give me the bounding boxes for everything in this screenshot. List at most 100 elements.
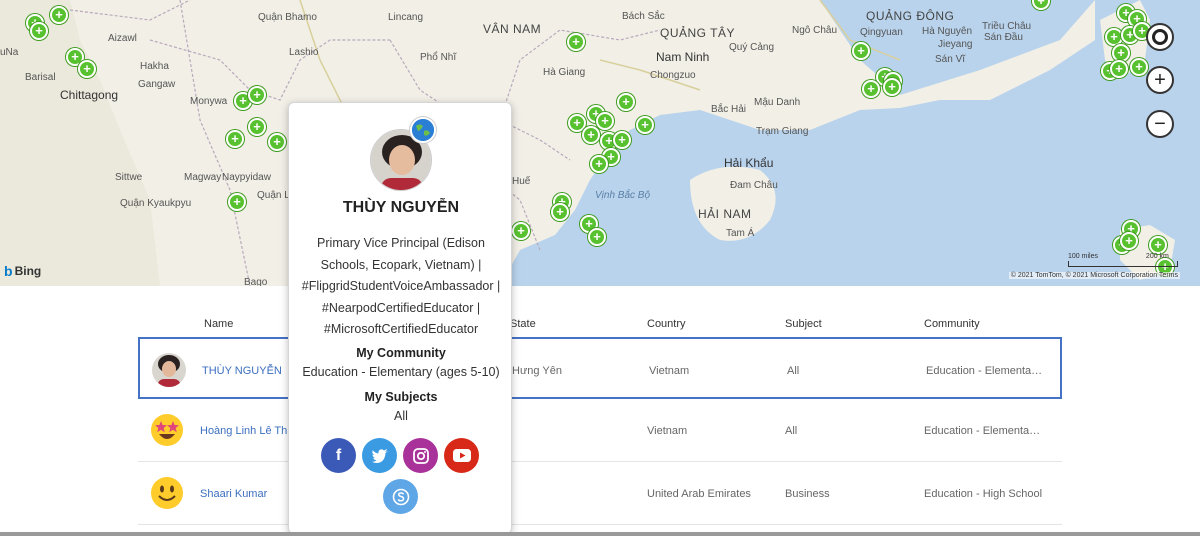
cell-subject: All [787, 365, 800, 377]
header-community[interactable]: Community [924, 318, 980, 330]
zoom-in-button[interactable]: + [1146, 66, 1174, 94]
table-header: Name State Country Subject Community [138, 310, 1062, 337]
map-label: Nam Ninh [656, 50, 710, 64]
table-row[interactable]: Hoàng Linh Lê Th Vietnam All Education -… [138, 399, 1062, 462]
map-label: Vịnh Bắc Bộ [595, 190, 651, 201]
map-pin-icon[interactable]: + [226, 130, 244, 148]
zoom-out-button[interactable]: − [1146, 110, 1174, 138]
map-label: Sittwe [115, 172, 143, 183]
map-label: Jieyang [938, 39, 973, 50]
map-pin-icon[interactable]: + [852, 42, 870, 60]
cell-country: Vietnam [649, 365, 690, 377]
map-label: Sán Vĩ [935, 54, 966, 65]
cell-community: Education - High School [924, 488, 1042, 500]
map-label: Lashio [289, 47, 319, 58]
cell-subject: Business [785, 488, 830, 500]
map-label: HẢI NAM [698, 207, 752, 221]
map-label: Mậu Danh [754, 97, 801, 108]
map-pin-icon[interactable]: + [30, 22, 48, 40]
map-pin-icon[interactable]: + [78, 60, 96, 78]
instagram-icon[interactable] [403, 438, 438, 473]
person-name-link[interactable]: THÙY NGUYỄN [202, 365, 282, 377]
map-pin-icon[interactable]: + [567, 33, 585, 51]
map-pin-icon[interactable]: + [590, 155, 608, 173]
map-pin-icon[interactable]: + [613, 131, 631, 149]
map-scale: 100 miles 200 km [1068, 253, 1178, 267]
map-label: Huế [512, 176, 531, 187]
map-pin-icon[interactable]: + [596, 112, 614, 130]
map-label: Bago [244, 277, 268, 286]
map-label: uNa [0, 47, 19, 58]
map-label: Lincang [388, 12, 424, 23]
map-pin-icon[interactable]: + [588, 228, 606, 246]
map-label: Tam Á [726, 228, 755, 239]
bing-logo: b Bing [4, 263, 41, 279]
map-label: Barisal [25, 72, 56, 83]
horizontal-scrollbar[interactable] [0, 532, 1200, 536]
map-pin-icon[interactable]: + [582, 126, 600, 144]
facebook-icon[interactable]: f [321, 438, 356, 473]
profile-name: THÙY NGUYỄN [342, 199, 460, 216]
map[interactable]: Quận Bhamo Lincang VÂN NAM Bách Sắc QUẢN… [0, 0, 1200, 286]
people-table: Name State Country Subject Community THÙ… [138, 310, 1062, 525]
map-pin-icon[interactable]: + [1149, 236, 1167, 254]
locate-me-button[interactable] [1146, 23, 1174, 51]
person-name-link[interactable]: Hoàng Linh Lê Th [200, 425, 287, 437]
map-label: Ngô Châu [792, 25, 838, 36]
header-name[interactable]: Name [204, 318, 233, 330]
table-row[interactable]: THÙY NGUYỄN Hưng Yên Vietnam All Educati… [138, 337, 1062, 399]
map-label: Trạm Giang [756, 126, 809, 137]
header-country[interactable]: Country [647, 318, 686, 330]
map-label: Bách Sắc [622, 11, 665, 22]
header-subject[interactable]: Subject [785, 318, 822, 330]
map-pin-icon[interactable]: + [50, 6, 68, 24]
map-pin-icon[interactable]: + [512, 222, 530, 240]
map-label: Hải Khẩu [724, 156, 774, 170]
map-copyright[interactable]: © 2021 TomTom, © 2021 Microsoft Corporat… [1008, 272, 1180, 279]
map-label: Bắc Hải [711, 104, 747, 115]
subjects-heading: My Subjects [364, 390, 438, 404]
map-pin-icon[interactable]: + [636, 116, 654, 134]
community-value: Education - Elementary (ages 5-10) [302, 365, 500, 379]
map-pin-icon[interactable]: + [862, 80, 880, 98]
header-state[interactable]: State [510, 318, 536, 330]
map-label: Chongzuo [650, 70, 696, 81]
map-label: Hà Nguyên [922, 26, 973, 37]
map-label: Hà Giang [543, 67, 586, 78]
bing-b-icon: b [4, 263, 13, 279]
map-pin-icon[interactable]: + [617, 93, 635, 111]
subjects-value: All [394, 409, 408, 423]
map-label: Triều Châu [982, 21, 1032, 32]
cell-community: Education - Elementary (ages 5-10) [926, 365, 1044, 377]
map-label: Gangaw [138, 79, 176, 90]
map-label: Quận Bhamo [258, 12, 317, 23]
map-label: Quận Kyaukpyu [120, 198, 192, 209]
avatar [152, 353, 186, 387]
map-label: Đam Châu [730, 180, 778, 191]
scale-miles: 100 miles [1068, 253, 1098, 260]
twitter-icon[interactable] [362, 438, 397, 473]
map-pin-icon[interactable]: + [248, 86, 266, 104]
profile-popup: THÙY NGUYỄN Primary Vice Principal (Edis… [288, 102, 512, 534]
globe-icon [410, 117, 436, 143]
map-pin-icon[interactable]: + [268, 133, 286, 151]
person-name-link[interactable]: Shaari Kumar [200, 488, 267, 500]
map-pin-icon[interactable]: + [248, 118, 266, 136]
map-label: Sán Đầu [984, 32, 1023, 43]
map-label: Aizawl [108, 33, 137, 44]
cell-country: United Arab Emirates [647, 488, 751, 500]
map-pin-icon[interactable]: + [1120, 232, 1138, 250]
table-row[interactable]: Shaari Kumar United Arab Emirates Busine… [138, 462, 1062, 525]
youtube-icon[interactable] [444, 438, 479, 473]
map-label: Hakha [140, 61, 169, 72]
cell-state: Hưng Yên [512, 365, 562, 377]
map-pin-icon[interactable]: + [883, 78, 901, 96]
skype-icon[interactable] [383, 479, 418, 514]
map-pin-icon[interactable]: + [228, 193, 246, 211]
map-pin-icon[interactable]: + [1110, 60, 1128, 78]
bing-brand: Bing [14, 264, 42, 278]
map-label: Phổ Nhĩ [420, 52, 457, 63]
map-pin-icon[interactable]: + [1130, 58, 1148, 76]
smiley-emoji-icon [150, 476, 184, 510]
map-pin-icon[interactable]: + [551, 203, 569, 221]
